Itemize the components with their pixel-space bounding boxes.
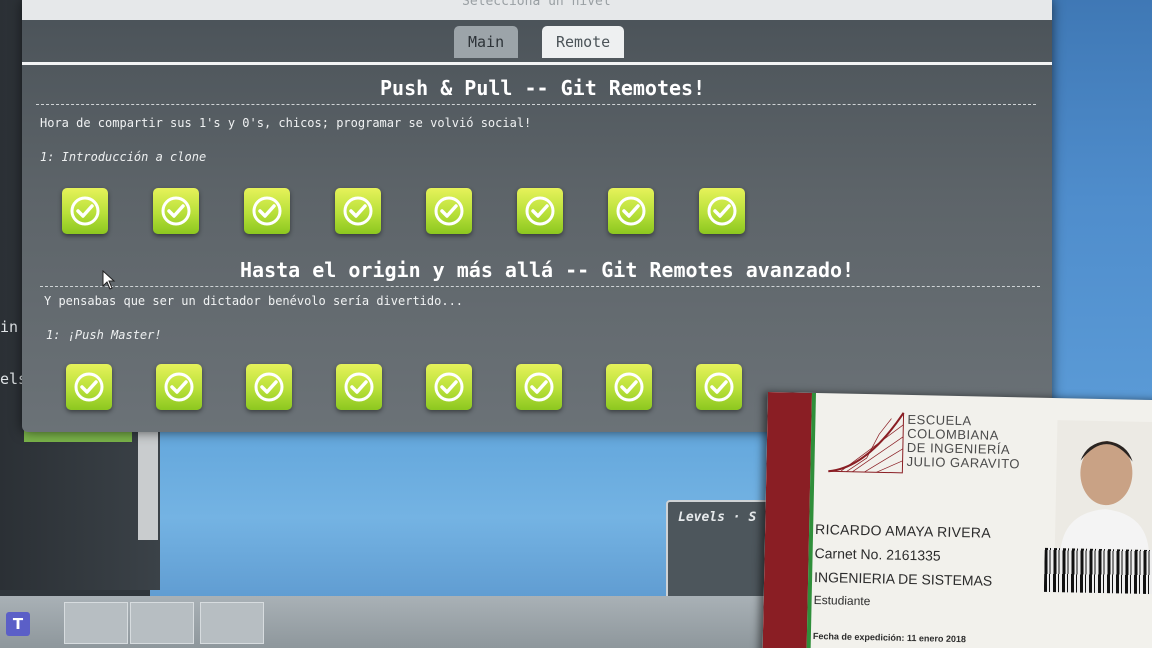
level-group-label: 1: Introducción a clone: [40, 150, 207, 164]
checkmark-icon: [525, 196, 555, 226]
tab-remote[interactable]: Remote: [542, 26, 625, 58]
tab-main[interactable]: Main: [454, 26, 519, 58]
levels-panel-title: Levels · S: [678, 510, 757, 525]
checkmark-icon: [524, 372, 554, 402]
level-complete-badge[interactable]: [608, 188, 654, 234]
section-divider: [40, 286, 1040, 287]
taskbar-app-icon[interactable]: [130, 602, 194, 644]
level-complete-badge[interactable]: [696, 364, 742, 410]
checkmark-icon: [161, 196, 191, 226]
level-complete-badge[interactable]: [246, 364, 292, 410]
photo-scene: in els' Selecciona un nivel Main Remote …: [0, 0, 1152, 648]
section-title: Push & Pull -- Git Remotes!: [380, 76, 706, 100]
card-red-stripe: [762, 392, 812, 648]
level-complete-badge[interactable]: [426, 188, 472, 234]
level-group-label: 1: ¡Push Master!: [46, 328, 162, 342]
level-complete-badge[interactable]: [426, 364, 472, 410]
checkmark-icon: [614, 372, 644, 402]
level-complete-badge[interactable]: [62, 188, 108, 234]
section-description: Hora de compartir sus 1's y 0's, chicos;…: [40, 116, 532, 130]
level-complete-badge[interactable]: [153, 188, 199, 234]
school-name: ESCUELA COLOMBIANA DE INGENIERÍA JULIO G…: [906, 411, 1021, 472]
level-complete-badge[interactable]: [66, 364, 112, 410]
card-role: Estudiante: [813, 593, 871, 609]
window-header-bar: Selecciona un nivel: [22, 0, 1052, 20]
checkmark-icon: [254, 372, 284, 402]
card-student-name: RICARDO AMAYA RIVERA: [814, 521, 992, 541]
section-title: Hasta el origin y más allá -- Git Remote…: [240, 258, 855, 282]
level-complete-badge[interactable]: [699, 188, 745, 234]
mouse-cursor-icon: [102, 270, 116, 290]
level-complete-badge[interactable]: [517, 188, 563, 234]
checkmark-icon: [164, 372, 194, 402]
person-silhouette-icon: [1060, 441, 1149, 551]
level-complete-badge[interactable]: [336, 364, 382, 410]
level-complete-badge[interactable]: [606, 364, 652, 410]
checkmark-icon: [74, 372, 104, 402]
student-id-card: ESCUELA COLOMBIANA DE INGENIERÍA JULIO G…: [762, 392, 1152, 648]
section-description: Y pensabas que ser un dictador benévolo …: [44, 294, 464, 308]
desktop-wallpaper-right: [1035, 0, 1152, 400]
tab-divider: [22, 62, 1052, 65]
school-logo-icon: [828, 412, 905, 474]
student-photo: [1054, 420, 1152, 551]
background-scrollbar: [138, 430, 158, 540]
card-program: INGENIERIA DE SISTEMAS: [813, 569, 993, 589]
checkmark-icon: [70, 196, 100, 226]
level-select-window: Selecciona un nivel Main Remote Push & P…: [22, 0, 1052, 432]
checkmark-icon: [343, 196, 373, 226]
level-complete-badge[interactable]: [244, 188, 290, 234]
card-issue-date: Fecha de expedición: 11 enero 2018: [812, 630, 967, 645]
level-complete-badge[interactable]: [516, 364, 562, 410]
checkmark-icon: [434, 372, 464, 402]
checkmark-icon: [704, 372, 734, 402]
checkmark-icon: [616, 196, 646, 226]
checkmark-icon: [434, 196, 464, 226]
card-barcode: [1043, 547, 1152, 595]
card-carnet-number: Carnet No. 2161335: [814, 545, 941, 564]
level-complete-badge[interactable]: [335, 188, 381, 234]
checkmark-icon: [707, 196, 737, 226]
terminal-text-fragment: in: [0, 318, 19, 336]
window-header-text: Selecciona un nivel: [462, 0, 611, 9]
taskbar-app-icon[interactable]: [64, 602, 128, 644]
checkmark-icon: [252, 196, 282, 226]
section-divider: [36, 104, 1036, 105]
taskbar-app-icon[interactable]: [200, 602, 264, 644]
teams-app-icon[interactable]: T: [6, 612, 30, 636]
level-complete-badge[interactable]: [156, 364, 202, 410]
checkmark-icon: [344, 372, 374, 402]
